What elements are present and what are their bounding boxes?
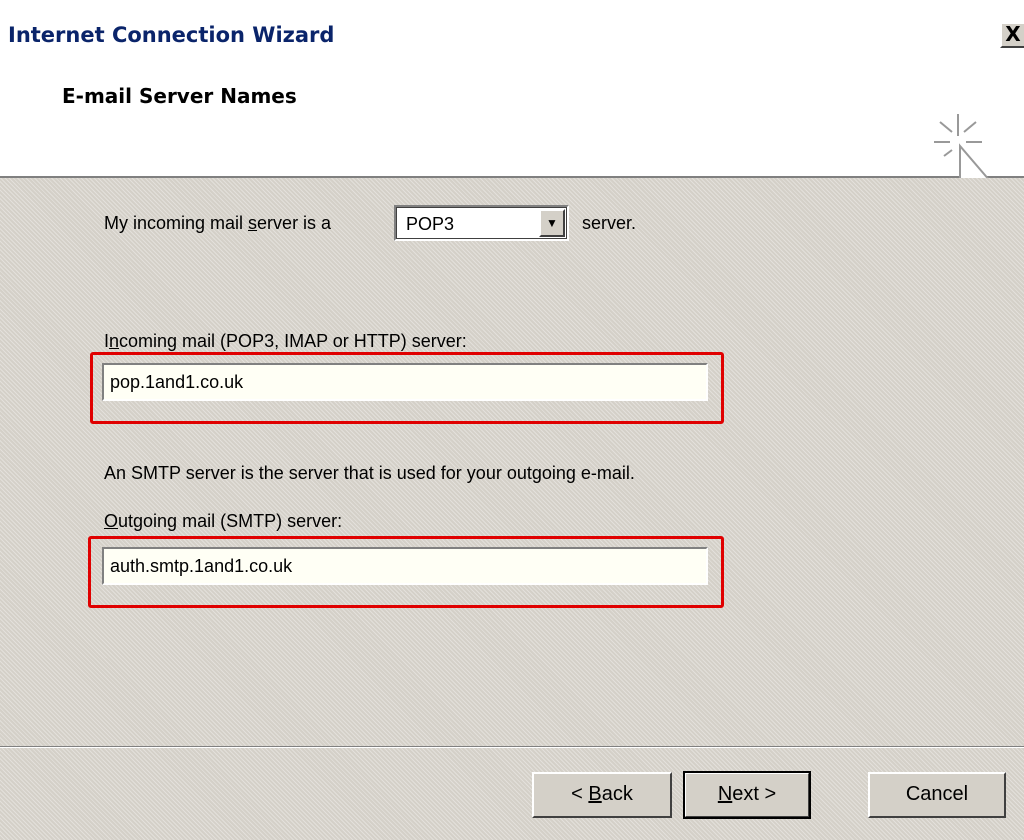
footer-divider (0, 746, 1024, 748)
server-type-value: POP3 (406, 214, 455, 234)
server-type-select[interactable]: POP3 ▼ (394, 205, 569, 241)
back-button[interactable]: < Back (532, 772, 672, 818)
close-icon: X (1005, 22, 1021, 46)
window-title: Internet Connection Wizard (8, 23, 335, 47)
outgoing-server-label: Outgoing mail (SMTP) server: (104, 511, 343, 531)
title-bar: Internet Connection Wizard X (0, 0, 1024, 48)
wizard-body (0, 178, 1024, 840)
server-type-suffix: server. (582, 213, 637, 233)
incoming-server-label: Incoming mail (POP3, IMAP or HTTP) serve… (104, 331, 467, 351)
close-button[interactable]: X (1000, 22, 1024, 48)
cancel-button[interactable]: Cancel (868, 772, 1006, 818)
next-button[interactable]: Next > (683, 771, 811, 819)
outgoing-server-input[interactable]: auth.smtp.1and1.co.uk (102, 547, 708, 585)
server-type-label: My incoming mail server is a (104, 213, 332, 233)
smtp-note: An SMTP server is the server that is use… (104, 463, 635, 483)
wizard-header: E-mail Server Names (0, 48, 1024, 216)
incoming-server-input[interactable]: pop.1and1.co.uk (102, 363, 708, 401)
page-title: E-mail Server Names (62, 84, 297, 108)
chevron-down-icon[interactable]: ▼ (539, 209, 565, 237)
